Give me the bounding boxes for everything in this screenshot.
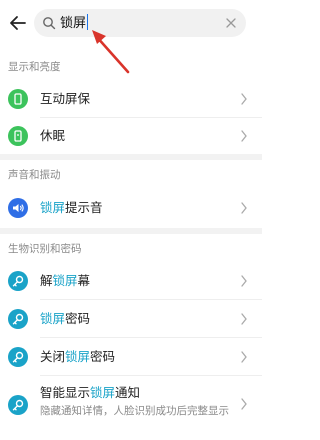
result-item[interactable]: 智能显示锁屏通知 隐藏通知详情，人脸识别成功后完整显示: [0, 376, 262, 432]
section-divider: [0, 154, 262, 160]
back-arrow-icon: [10, 16, 26, 30]
chevron-right-icon: [241, 351, 247, 363]
result-label: 休眠: [40, 128, 66, 143]
search-query: 锁屏: [60, 14, 89, 31]
search-icon: [43, 17, 56, 30]
result-label: 智能显示锁屏通知: [40, 385, 141, 400]
result-label: 互动屏保: [40, 91, 91, 106]
screensaver-icon: [8, 89, 28, 109]
result-label: 锁屏提示音: [40, 200, 103, 215]
result-label: 解锁屏幕: [40, 273, 91, 288]
result-subtitle: 隐藏通知详情，人脸识别成功后完整显示: [40, 405, 229, 417]
chevron-right-icon: [241, 93, 247, 105]
sleep-icon: [8, 126, 28, 146]
section-title-sound: 声音和振动: [8, 169, 61, 181]
chevron-right-icon: [241, 398, 247, 410]
back-button[interactable]: [6, 11, 30, 35]
search-input[interactable]: 锁屏: [34, 9, 246, 37]
section-divider: [0, 228, 262, 234]
clear-icon[interactable]: [224, 16, 238, 30]
chevron-right-icon: [241, 313, 247, 325]
search-header: 锁屏: [0, 0, 262, 48]
result-item[interactable]: 解锁屏幕: [0, 262, 262, 300]
key-icon: [8, 395, 28, 415]
result-item[interactable]: 关闭锁屏密码: [0, 338, 262, 376]
result-item[interactable]: 休眠: [0, 118, 262, 154]
sound-icon: [8, 198, 28, 218]
key-icon: [8, 271, 28, 291]
result-label: 关闭锁屏密码: [40, 349, 116, 364]
result-item[interactable]: 锁屏提示音: [0, 188, 262, 228]
text-caret: [87, 14, 89, 30]
chevron-right-icon: [241, 130, 247, 142]
section-title-biometrics: 生物识别和密码: [8, 243, 82, 255]
result-label: 锁屏密码: [40, 311, 91, 326]
key-icon: [8, 309, 28, 329]
result-item[interactable]: 互动屏保: [0, 80, 262, 118]
chevron-right-icon: [241, 202, 247, 214]
key-icon: [8, 347, 28, 367]
result-item[interactable]: 锁屏密码: [0, 300, 262, 338]
chevron-right-icon: [241, 275, 247, 287]
section-title-display: 显示和亮度: [8, 61, 61, 73]
